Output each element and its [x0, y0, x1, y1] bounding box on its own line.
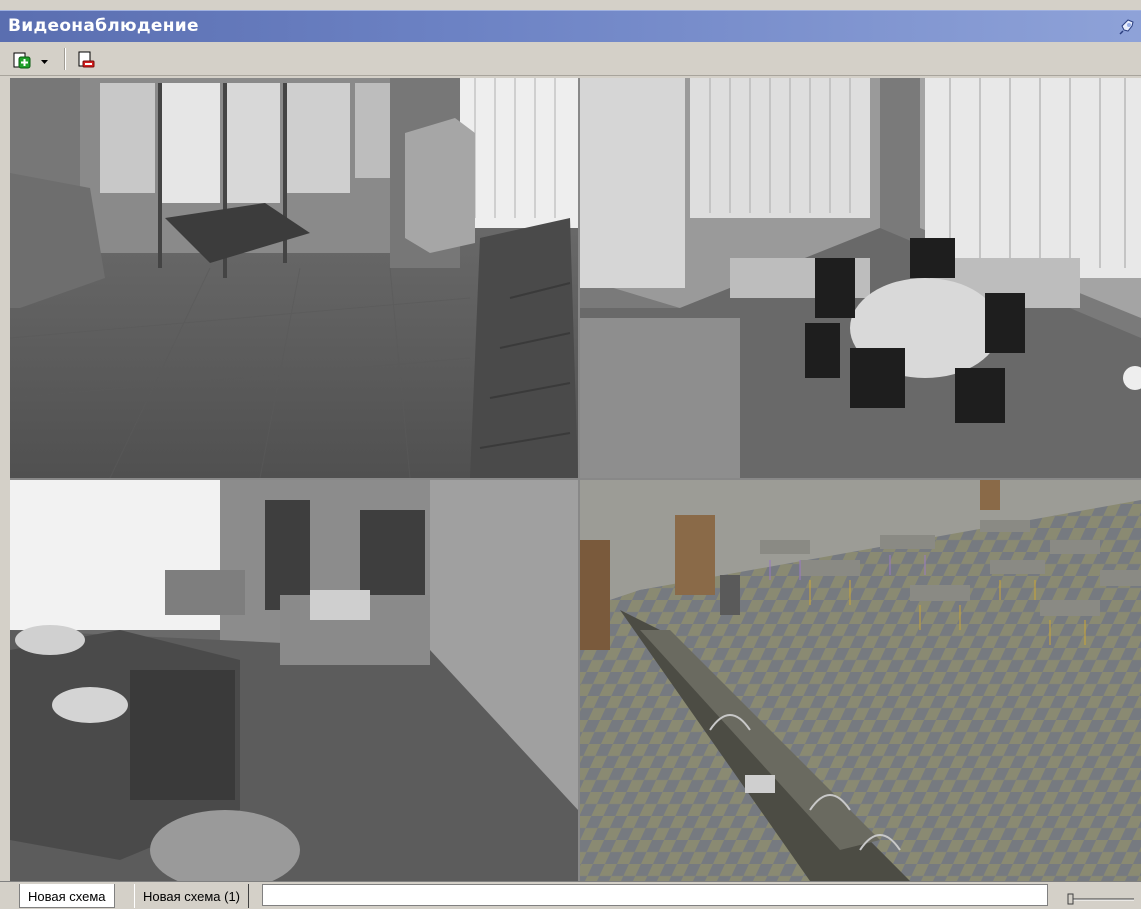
remove-camera-button[interactable]	[76, 50, 96, 70]
camera-office[interactable]	[10, 480, 578, 881]
tab-new-scheme-1[interactable]: Новая схема (1)	[134, 884, 250, 908]
camera-lobby[interactable]	[10, 78, 578, 478]
zoom-slider-thumb	[1067, 893, 1074, 905]
window-titlebar: Видеонаблюдение	[0, 10, 1141, 42]
window-title: Видеонаблюдение	[8, 16, 199, 36]
tab-new-scheme[interactable]: Новая схема	[19, 884, 115, 908]
camera-grid	[10, 78, 1141, 881]
add-icon	[13, 52, 31, 69]
zoom-slider[interactable]	[1066, 890, 1136, 905]
add-camera-button[interactable]	[12, 50, 32, 70]
remove-icon	[78, 51, 95, 68]
chevron-down-icon	[41, 60, 48, 64]
scheme-tab-bar: Новая схема Новая схема (1)	[0, 881, 1141, 908]
camera-meeting-room[interactable]	[580, 78, 1141, 478]
pin-icon[interactable]	[1119, 17, 1137, 35]
camera-cafeteria[interactable]	[580, 480, 1141, 881]
tab-strip-empty	[262, 884, 1048, 906]
add-dropdown-button[interactable]	[38, 50, 52, 70]
toolbar	[0, 42, 1141, 76]
toolbar-separator	[64, 48, 66, 70]
